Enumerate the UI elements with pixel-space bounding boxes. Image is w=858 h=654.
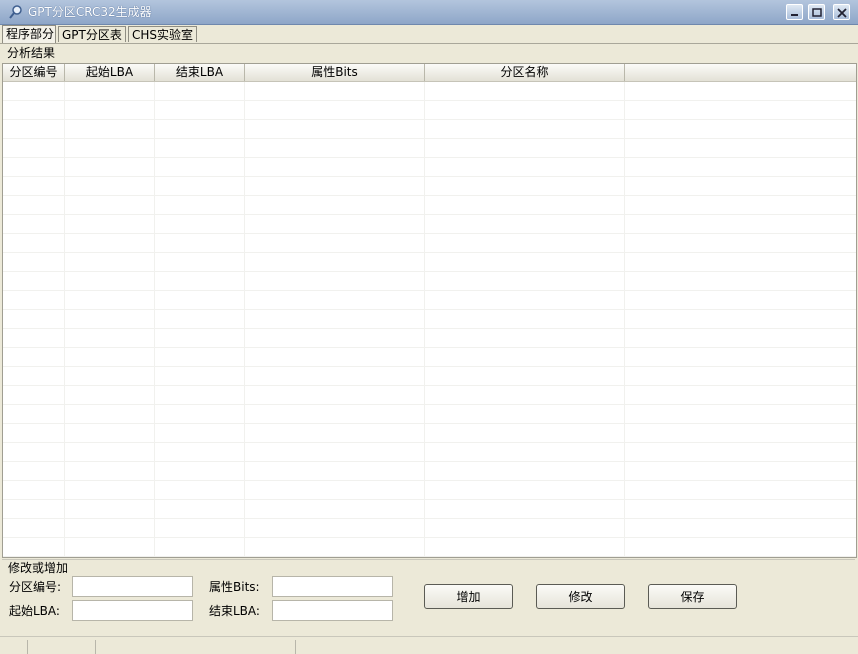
status-bar	[0, 636, 858, 654]
attr-bits-input[interactable]	[272, 576, 393, 597]
column-header-attr-bits[interactable]: 属性Bits	[245, 64, 425, 81]
tab-gpt-partition-table[interactable]: GPT分区表	[58, 26, 126, 42]
tab-chs-lab[interactable]: CHS实验室	[128, 26, 197, 42]
add-button[interactable]: 增加	[424, 584, 513, 609]
modify-button[interactable]: 修改	[536, 584, 625, 609]
column-header-partition-no[interactable]: 分区编号	[3, 64, 65, 81]
results-list-body[interactable]	[3, 82, 856, 557]
column-header-partition-name[interactable]: 分区名称	[425, 64, 625, 81]
partition-no-input[interactable]	[72, 576, 193, 597]
column-header-start-lba[interactable]: 起始LBA	[65, 64, 155, 81]
close-button[interactable]	[833, 4, 850, 20]
end-lba-label: 结束LBA:	[209, 604, 260, 618]
partition-no-label: 分区编号:	[9, 580, 62, 594]
start-lba-input[interactable]	[72, 600, 193, 621]
column-divider	[154, 82, 155, 557]
minimize-button[interactable]	[786, 4, 803, 20]
attr-bits-label: 属性Bits:	[209, 580, 260, 594]
edit-group-title: 修改或增加	[8, 561, 69, 575]
tab-bar: 程序部分 GPT分区表 CHS实验室	[0, 25, 858, 44]
results-list[interactable]: 分区编号 起始LBA 结束LBA 属性Bits 分区名称	[2, 63, 857, 558]
app-window: GPT分区CRC32生成器 程序部分 GPT分区表 CHS实验室 分析结果 分区…	[0, 0, 858, 654]
start-lba-label: 起始LBA:	[9, 604, 60, 618]
edit-group: 修改或增加 分区编号: 起始LBA: 属性Bits: 结束LBA: 增加 修改 …	[2, 559, 855, 635]
column-divider	[64, 82, 65, 557]
end-lba-input[interactable]	[272, 600, 393, 621]
close-icon	[837, 8, 847, 18]
magnifier-icon	[8, 4, 24, 20]
results-group-title: 分析结果	[7, 46, 56, 60]
minimize-icon	[791, 14, 798, 16]
title-bar[interactable]: GPT分区CRC32生成器	[0, 0, 858, 25]
tab-program[interactable]: 程序部分	[2, 25, 56, 43]
save-button[interactable]: 保存	[648, 584, 737, 609]
column-header-end-lba[interactable]: 结束LBA	[155, 64, 245, 81]
maximize-icon	[812, 8, 822, 17]
maximize-button[interactable]	[808, 4, 825, 20]
status-panel	[295, 640, 823, 654]
column-divider	[424, 82, 425, 557]
status-panel	[27, 640, 95, 654]
status-panel	[95, 640, 295, 654]
results-list-header: 分区编号 起始LBA 结束LBA 属性Bits 分区名称	[3, 64, 856, 82]
window-title: GPT分区CRC32生成器	[28, 5, 152, 19]
column-divider	[244, 82, 245, 557]
column-divider	[624, 82, 625, 557]
